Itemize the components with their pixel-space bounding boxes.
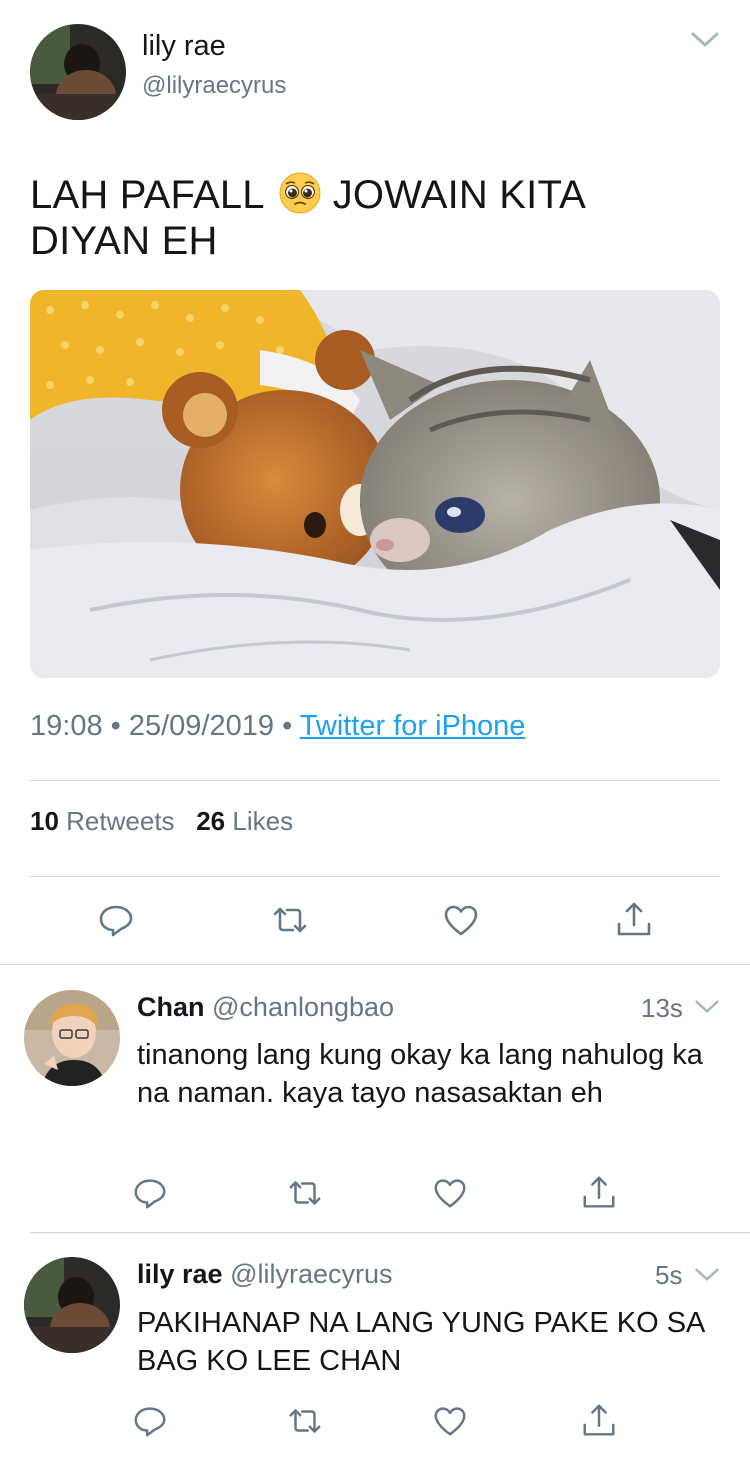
- reply-timestamp: 13s: [641, 993, 683, 1023]
- retweets-stat[interactable]: 10 Retweets: [30, 806, 175, 836]
- author-name[interactable]: lily rae: [142, 30, 226, 63]
- reply-icon[interactable]: [96, 900, 136, 940]
- tweet-options-chevron-icon[interactable]: [690, 30, 720, 50]
- likes-count: 26: [196, 806, 226, 836]
- tweet-source-link[interactable]: Twitter for iPhone: [300, 710, 526, 742]
- share-icon[interactable]: [580, 1174, 618, 1212]
- retweets-label: Retweets: [66, 806, 175, 836]
- likes-label: Likes: [232, 806, 294, 836]
- reply-author-handle[interactable]: @chanlongbao: [212, 992, 394, 1022]
- divider: [30, 780, 720, 781]
- likes-stat[interactable]: 26 Likes: [196, 806, 293, 836]
- reply-author[interactable]: Chan @chanlongbao: [137, 992, 394, 1023]
- tweet-text-part1: LAH PAFALL: [30, 173, 265, 217]
- retweets-count: 10: [30, 806, 59, 836]
- pleading-face-emoji-icon: [279, 172, 321, 214]
- reply-avatar-lily-rae[interactable]: [24, 1257, 120, 1353]
- meta-separator: •: [110, 710, 121, 742]
- reply-avatar-chan[interactable]: [24, 990, 120, 1086]
- tweet-time: 19:08: [30, 710, 103, 742]
- tweet-text: LAH PAFALL JOWAIN KITA DIYAN EH: [30, 172, 690, 264]
- tweet-stats: 10 Retweets 26 Likes: [30, 806, 293, 837]
- reply-icon[interactable]: [131, 1174, 169, 1212]
- reply-timestamp: 5s: [655, 1260, 683, 1290]
- reply-icon[interactable]: [131, 1402, 169, 1440]
- author-avatar[interactable]: [30, 24, 126, 120]
- reply-author-name[interactable]: Chan: [137, 992, 205, 1022]
- reply-options-chevron-icon[interactable]: [694, 1266, 720, 1284]
- reply-author-handle[interactable]: @lilyraecyrus: [230, 1259, 392, 1289]
- tweet-date: 25/09/2019: [128, 710, 275, 742]
- divider: [30, 1232, 750, 1233]
- reply-author-name[interactable]: lily rae: [137, 1259, 223, 1289]
- author-handle[interactable]: @lilyraecyrus: [142, 72, 286, 100]
- tweet-media-photo[interactable]: [30, 290, 720, 678]
- divider: [30, 876, 720, 877]
- like-icon[interactable]: [431, 1402, 469, 1440]
- share-icon[interactable]: [580, 1402, 618, 1440]
- meta-separator: •: [282, 710, 293, 742]
- like-icon[interactable]: [441, 900, 481, 940]
- share-icon[interactable]: [614, 900, 654, 940]
- retweet-icon[interactable]: [270, 900, 310, 940]
- reply-text: PAKIHANAP NA LANG YUNG PAKE KO SA BAG KO…: [137, 1307, 704, 1377]
- reply-text: tinanong lang kung okay ka lang nahulog …: [137, 1039, 703, 1109]
- tweet-metadata: 19:08 • 25/09/2019 • Twitter for iPhone: [30, 710, 525, 743]
- reply-options-chevron-icon[interactable]: [694, 998, 720, 1016]
- reply-author[interactable]: lily rae @lilyraecyrus: [137, 1259, 393, 1290]
- retweet-icon[interactable]: [286, 1174, 324, 1212]
- retweet-icon[interactable]: [286, 1402, 324, 1440]
- divider: [0, 964, 750, 965]
- like-icon[interactable]: [431, 1174, 469, 1212]
